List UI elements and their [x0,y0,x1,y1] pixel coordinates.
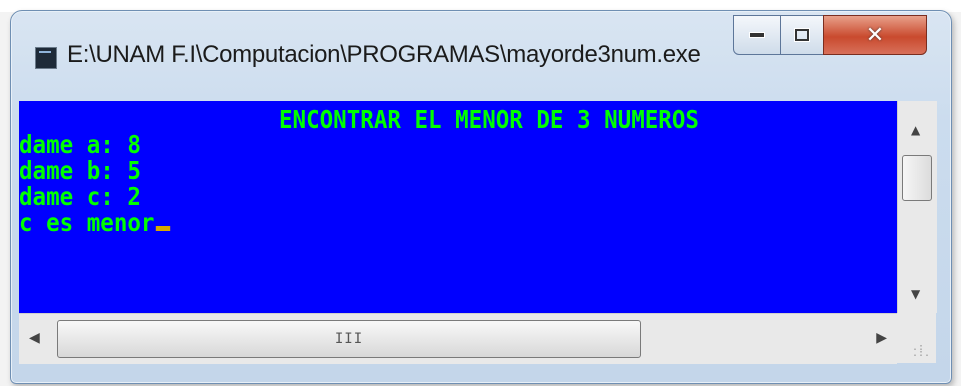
resize-grip[interactable]: .:.:. [897,313,936,363]
resize-grip-icon: .:.:. [911,342,930,359]
window-title: E:\UNAM F.I\Computacion\PROGRAMAS\mayord… [67,41,701,68]
console-line-text: c es menor [19,208,155,237]
close-button[interactable]: ✕ [823,15,927,55]
console-heading: ENCONTRAR EL MENOR DE 3 NUMEROS [279,105,699,134]
horizontal-scroll-thumb[interactable]: III [57,320,641,358]
vertical-scrollbar[interactable]: ▲ ▼ [897,101,937,313]
text-cursor [155,226,170,231]
scroll-left-icon[interactable]: ◀ [29,330,40,346]
console-line: dame c: 2 [19,182,141,211]
console-line-last: c es menor [19,210,170,236]
scroll-right-icon[interactable]: ▶ [876,330,887,346]
scroll-down-icon[interactable]: ▼ [911,287,920,301]
horizontal-scrollbar[interactable]: ◀ III ▶ [19,313,897,364]
maximize-button[interactable] [780,15,824,55]
maximize-icon [794,28,810,42]
console-line: dame a: 8 [19,130,141,159]
minimize-button[interactable] [733,15,781,55]
minimize-icon [749,32,765,38]
console-line: dame b: 5 [19,156,141,185]
console-output[interactable]: ENCONTRAR EL MENOR DE 3 NUMEROS dame a: … [19,101,897,313]
vertical-scroll-thumb[interactable] [902,155,932,201]
console-app-icon[interactable] [35,47,57,69]
scroll-grip-icon: III [334,331,364,347]
title-bar[interactable]: E:\UNAM F.I\Computacion\PROGRAMAS\mayord… [11,11,951,99]
close-icon: ✕ [865,22,885,48]
scroll-up-icon[interactable]: ▲ [911,123,920,137]
